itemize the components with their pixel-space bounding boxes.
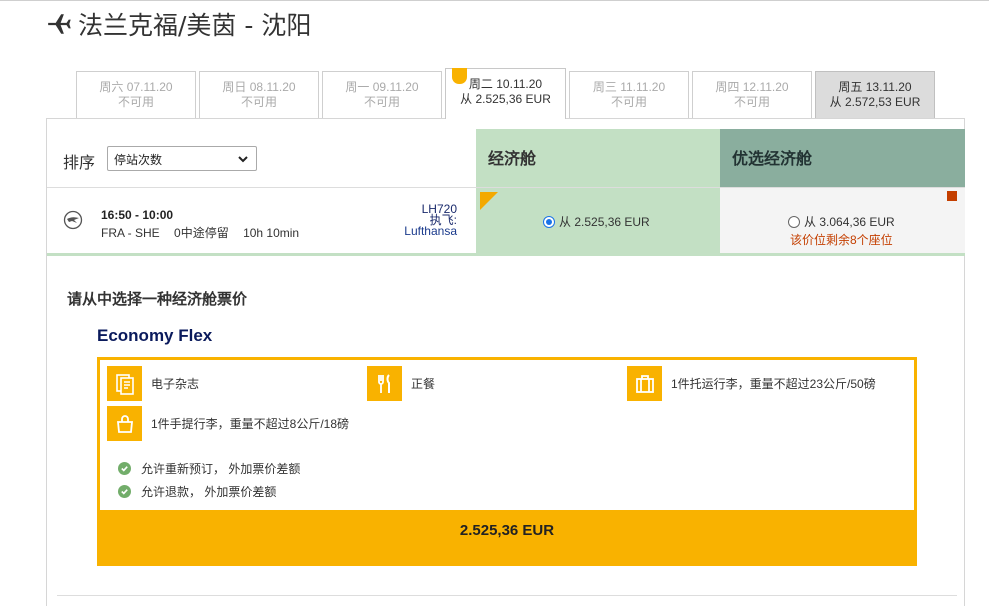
check-circle-icon <box>118 462 131 475</box>
flight-duration: 10h 10min <box>243 226 300 240</box>
date-tab-day: 周三 11.11.20 <box>592 80 666 94</box>
seats-remaining: 该价位剩余8个座位 <box>790 233 893 247</box>
feature-hand-bag-label: 1件手提行李，重量不超过8公斤/18磅 <box>151 417 350 431</box>
flight-number-block[interactable]: LH720 执飞: Lufthansa <box>404 203 457 238</box>
date-tab-fri[interactable]: 周五 13.11.20 从 2.572,53 EUR <box>815 71 935 118</box>
refund-condition-text: 允许退款， 外加票价差额 <box>141 485 277 499</box>
cabin-header-economy: 经济舱 <box>476 129 720 187</box>
date-tab-status: 不可用 <box>363 95 400 109</box>
rebook-condition: 允许重新预订， 外加票价差额 <box>118 460 300 477</box>
date-tab-mon[interactable]: 周一 09.11.20 不可用 <box>322 71 442 118</box>
lufthansa-crane-icon <box>63 210 83 230</box>
date-tab-day: 周一 09.11.20 <box>345 80 419 94</box>
flight-row: 16:50 - 10:00 FRA - SHE 0中途停留 10h 10min … <box>47 187 965 254</box>
date-tab-status: 从 2.525,36 EUR <box>460 92 551 106</box>
feature-magazine-label: 电子杂志 <box>151 377 200 391</box>
sort-selected-value: 停站次数 <box>114 153 163 167</box>
suitcase-icon <box>627 366 662 401</box>
date-tab-status: 不可用 <box>240 95 277 109</box>
airplane-icon <box>48 14 71 34</box>
magazine-icon <box>107 366 142 401</box>
handbag-icon <box>107 406 142 441</box>
date-tab-day: 周日 08.11.20 <box>222 80 296 94</box>
economy-fare-cell[interactable]: 从 2.525,36 EUR <box>476 188 720 254</box>
selected-date-badge <box>452 68 467 84</box>
flight-results-panel: 排序 停站次数 经济舱 优选经济舱 16:50 - 10:00 FRA - SH… <box>46 118 965 606</box>
premium-fare-price: 从 3.064,36 EUR <box>804 215 895 229</box>
date-tab-status: 从 2.572,53 EUR <box>829 95 921 109</box>
flight-time: 16:50 - 10:00 <box>101 208 174 222</box>
economy-radio[interactable] <box>543 215 555 228</box>
date-tab-sat[interactable]: 周六 07.11.20 不可用 <box>76 71 196 118</box>
date-tab-status: 不可用 <box>117 95 154 109</box>
top-divider <box>0 0 989 1</box>
feature-meal-label: 正餐 <box>411 377 436 391</box>
choose-fare-title: 请从中选择一种经济舱票价 <box>67 291 248 308</box>
flight-details: FRA - SHE 0中途停留 10h 10min <box>101 224 310 241</box>
route-text: 法兰克福/美茵 - 沈阳 <box>78 11 312 40</box>
date-tab-status: 不可用 <box>733 95 770 109</box>
premium-fare-option[interactable]: 从 3.064,36 EUR <box>788 213 895 230</box>
flight-route: FRA - SHE <box>101 226 160 240</box>
date-tab-status: 不可用 <box>610 95 647 109</box>
row-separator <box>47 253 965 256</box>
feature-meal: 正餐 <box>367 366 435 401</box>
fork-knife-icon <box>367 366 402 401</box>
economy-fare-option[interactable]: 从 2.525,36 EUR <box>543 213 650 230</box>
feature-checked-bag: 1件托运行李，重量不超过23公斤/50磅 <box>627 366 876 401</box>
feature-hand-bag: 1件手提行李，重量不超过8公斤/18磅 <box>107 406 349 441</box>
feature-magazine: 电子杂志 <box>107 366 199 401</box>
refund-condition: 允许退款， 外加票价差额 <box>118 483 276 500</box>
premium-fare-cell[interactable]: 从 3.064,36 EUR 该价位剩余8个座位 <box>720 188 965 254</box>
cabin-header-premium: 优选经济舱 <box>720 129 965 187</box>
chevron-down-icon <box>238 156 248 163</box>
date-tab-day: 周四 12.11.20 <box>715 80 789 94</box>
check-circle-icon <box>118 485 131 498</box>
bottom-divider <box>57 595 957 596</box>
flight-stops: 0中途停留 <box>174 226 229 240</box>
date-tab-sun[interactable]: 周日 08.11.20 不可用 <box>199 71 319 118</box>
carrier-name: Lufthansa <box>404 224 457 238</box>
feature-checked-bag-label: 1件托运行李，重量不超过23公斤/50磅 <box>671 377 876 391</box>
fare-family-name: Economy Flex <box>97 326 213 345</box>
sort-label: 排序 <box>63 155 96 172</box>
date-tab-wed[interactable]: 周三 11.11.20 不可用 <box>569 71 689 118</box>
fare-price-bar[interactable]: 2.525,36 EUR <box>97 510 917 566</box>
rebook-condition-text: 允许重新预订， 外加票价差额 <box>141 462 301 476</box>
date-tab-tue-selected[interactable]: 周二 10.11.20 从 2.525,36 EUR <box>445 68 566 119</box>
date-tab-thu[interactable]: 周四 12.11.20 不可用 <box>692 71 812 118</box>
premium-radio[interactable] <box>788 215 800 228</box>
selected-corner-marker <box>480 192 498 210</box>
date-tab-day: 周五 13.11.20 <box>838 80 912 94</box>
date-tab-day: 周六 07.11.20 <box>99 80 173 94</box>
economy-fare-price: 从 2.525,36 EUR <box>559 215 650 229</box>
premium-marker <box>947 191 957 201</box>
sort-select[interactable]: 停站次数 <box>107 146 257 171</box>
page-title: 法兰克福/美茵 - 沈阳 <box>46 8 311 40</box>
